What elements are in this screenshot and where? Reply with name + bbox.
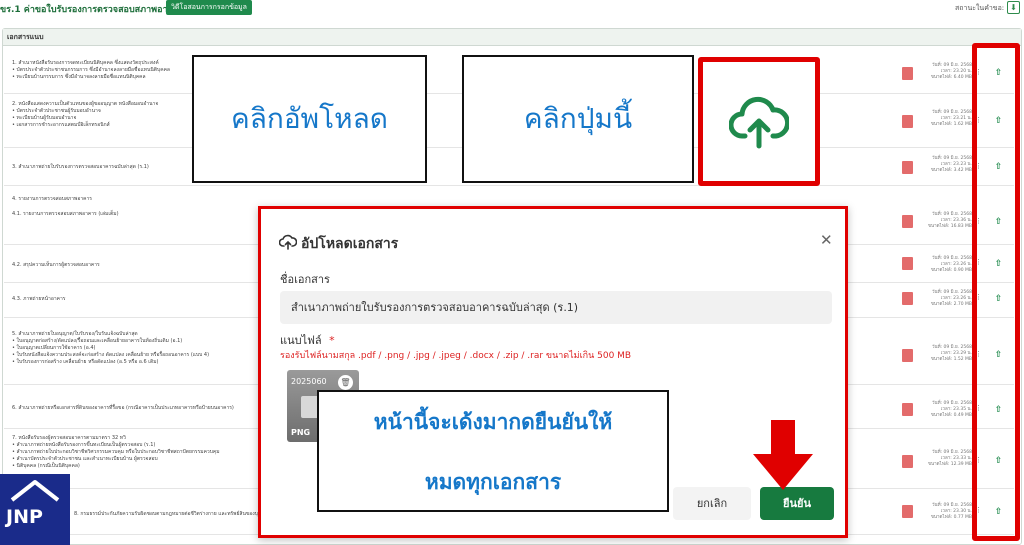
file-meta: วันที่: 09 มิ.ย. 2568 เวลา: 23.36 น. ขนา… (926, 212, 972, 230)
file-meta: วันที่: 09 มิ.ย. 2568 เวลา: 23.20 น. ขนา… (926, 63, 972, 81)
doc-name-label: ชื่อเอกสาร (280, 273, 330, 286)
file-meta: วันที่: 09 มิ.ย. 2568 เวลา: 23.35 น. ขนา… (926, 401, 972, 419)
row-text: 2. หนังสือแสดงความเป็นตัวแทนของผู้ขออนุญ… (12, 101, 158, 129)
thumb-file-type: PNG (291, 428, 311, 437)
cancel-button[interactable]: ยกเลิก (673, 487, 751, 520)
confirm-note-line2: หมดทุกเอกสาร (424, 470, 562, 494)
confirm-note-line1: หน้านี้จะเด้งมากดยืนยันให้ (373, 410, 613, 434)
file-size: ขนาดไฟล์: 1.62 MB (930, 122, 972, 127)
row-line: 5. สำเนาภาพถ่ายใบอนุญาต/ใบรับรอง/ใบรับแจ… (12, 331, 138, 337)
row-line: • เอกสารการชำระอากรแสตมป์อิเล็กทรอนิกส์ (12, 122, 110, 128)
file-size: ขนาดไฟล์: 0.49 MB (930, 413, 972, 418)
status-label: สถานะในคำขอ: (955, 4, 1005, 12)
confirm-note-callout: หน้านี้จะเด้งมากดยืนยันให้ หมดทุกเอกสาร (317, 390, 669, 512)
top-bar: ขร.1 ค่าขอใบรับรองการตรวจสอบสภาพอาคาร วิ… (0, 0, 1024, 16)
required-mark: * (329, 334, 335, 347)
row-line: 8. กรมธรรม์ประกันภัยความรับผิดชอบตามกฎหม… (74, 511, 287, 517)
row-text: 3. สำเนาภาพถ่ายใบรับรองการตรวจสอบอาคารฉบ… (12, 164, 149, 171)
pdf-file-icon[interactable] (902, 505, 913, 518)
row-line: • ใบอนุญาตเปลี่ยนการใช้อาคาร (อ.4) (12, 345, 96, 351)
row-line: • ทะเบียนบ้านผู้รับมอบอำนาจ (12, 115, 77, 121)
file-size: ขนาดไฟล์: 3.42 MB (930, 168, 972, 173)
house-roof-icon (10, 480, 60, 502)
file-meta: วันที่: 09 มิ.ย. 2568 เวลา: 23.21 น. ขนา… (926, 110, 972, 128)
row-line: • ทะเบียนบ้านกรรมการ ซึ่งมีอำนาจลงลายมือ… (12, 74, 146, 80)
row-line: 4.1. รายงานการตรวจสอบสภาพอาคาร (เล่มเต็ม… (12, 211, 119, 217)
upload-button-highlight (698, 57, 820, 186)
row-line: • บัตรประจำตัวประชาชนกรรมการ ซึ่งมีอำนาจ… (12, 67, 170, 73)
file-label: แนบไฟล์ * (280, 331, 335, 349)
pdf-file-icon[interactable] (902, 455, 913, 468)
pdf-file-icon[interactable] (902, 349, 913, 362)
row-text: 1. สำเนาหนังสือรับรองการจดทะเบียนนิติบุค… (12, 60, 170, 81)
file-size: ขนาดไฟล์: 12.39 MB (927, 462, 972, 467)
file-size: ขนาดไฟล์: 0.77 MB (930, 515, 972, 520)
row-line: • บัตรประจำตัวประชาชนผู้รับมอบอำนาจ (12, 108, 101, 114)
pdf-file-icon[interactable] (902, 403, 913, 416)
row-line: 4. รายงานการตรวจสอบสภาพอาคาร (12, 196, 92, 202)
row-line: 2. หนังสือแสดงความเป็นตัวแทนของผู้ขออนุญ… (12, 101, 159, 107)
row-text: 8. กรมธรรม์ประกันภัยความรับผิดชอบตามกฎหม… (74, 511, 286, 518)
file-meta: วันที่: 09 มิ.ย. 2568 เวลา: 23.29 น. ขนา… (926, 345, 972, 363)
click-button-callout: คลิกปุ่มนี้ (462, 55, 694, 183)
modal-title: อัปโหลดเอกสาร (301, 236, 399, 252)
accepted-file-types: รองรับไฟล์นามสกุล .pdf / .png / .jpg / .… (280, 351, 632, 361)
row-line: • ใบรับรองการก่อสร้าง เคลื่อนย้าย หรือดั… (12, 359, 159, 365)
row-line: 6. สำเนาภาพถ่ายหรือเอกสารที่ดินของอาคารท… (12, 405, 234, 411)
row-line: 4.3. ภาพถ่ายหน้าอาคาร (12, 296, 66, 302)
pdf-file-icon[interactable] (902, 215, 913, 228)
file-meta: วันที่: 09 มิ.ย. 2568 เวลา: 23.23 น. ขนา… (926, 156, 972, 174)
row-text: 4. รายงานการตรวจสอบสภาพอาคาร 4.1. รายงาน… (12, 196, 119, 218)
row-line: • สำเนาภาพถ่ายหนังสือรับรองการขึ้นทะเบีย… (12, 442, 156, 448)
row-line: • นิติบุคคล (กรณีเป็นนิติบุคคล) (12, 463, 80, 469)
upload-column-highlight (972, 43, 1020, 541)
row-line: 4.2. สรุปความเห็นการผู้ตรวจสอบอาคาร (12, 262, 100, 268)
row-line: • สำเนาบัตรประจำตัวประชาชน และสำเนาทะเบี… (12, 456, 158, 462)
jnp-logo: JNP (0, 474, 70, 545)
status-icon[interactable]: ⬇ (1007, 1, 1020, 14)
panel-title: เอกสารแนบ (3, 29, 1021, 46)
file-meta: วันที่: 09 มิ.ย. 2568 เวลา: 23.30 น. ขนา… (926, 503, 972, 521)
row-line: • ใบรับหนังสือแจ้งความประสงค์จะก่อสร้าง … (12, 352, 210, 358)
file-size: ขนาดไฟล์: 0.90 MB (930, 268, 972, 273)
row-text: 5. สำเนาภาพถ่ายใบอนุญาต/ใบรับรอง/ใบรับแจ… (12, 331, 209, 366)
row-line: • ใบอนุญาตก่อสร้าง/ดัดแปลง/รื้อถอนและเคล… (12, 338, 183, 344)
pdf-file-icon[interactable] (902, 67, 913, 80)
row-text: 6. สำเนาภาพถ่ายหรือเอกสารที่ดินของอาคารท… (12, 405, 234, 412)
row-line: 3. สำเนาภาพถ่ายใบรับรองการตรวจสอบอาคารฉบ… (12, 164, 149, 170)
row-text: 7. หนังสือรับรองผู้ตรวจสอบอาคารตามมาตรา … (12, 435, 220, 470)
logo-text: JNP (6, 506, 43, 528)
row-line: • สำเนาภาพถ่ายใบประกอบวิชาชีพวิศวกรรมควบ… (12, 449, 220, 455)
row-text: 4.2. สรุปความเห็นการผู้ตรวจสอบอาคาร (12, 262, 100, 269)
file-size: ขนาดไฟล์: 6.40 MB (930, 75, 972, 80)
page-title: ขร.1 ค่าขอใบรับรองการตรวจสอบสภาพอาคาร (0, 5, 184, 15)
video-tutorial-button[interactable]: วิดีโอสอนการกรอกข้อมูล (166, 0, 252, 15)
close-icon[interactable]: ✕ (820, 231, 833, 249)
file-meta: วันที่: 09 มิ.ย. 2568 เวลา: 23.26 น. ขนา… (926, 256, 972, 274)
file-size: ขนาดไฟล์: 16.83 MB (927, 224, 972, 229)
file-label-text: แนบไฟล์ (280, 334, 322, 347)
trash-icon[interactable]: 🗑 (338, 375, 353, 390)
file-size: ขนาดไฟล์: 2.70 MB (930, 302, 972, 307)
click-upload-callout: คลิกอัพโหลด (192, 55, 427, 183)
row-text: 4.3. ภาพถ่ายหน้าอาคาร (12, 296, 65, 303)
file-meta: วันที่: 09 มิ.ย. 2568 เวลา: 23.33 น. ขนา… (926, 450, 972, 468)
pdf-file-icon[interactable] (902, 161, 913, 174)
cloud-upload-icon[interactable] (729, 96, 789, 150)
file-meta: วันที่: 09 มิ.ย. 2568 เวลา: 23.26 น. ขนา… (926, 290, 972, 308)
pdf-file-icon[interactable] (902, 292, 913, 305)
pdf-file-icon[interactable] (902, 257, 913, 270)
file-size: ขนาดไฟล์: 1.52 MB (930, 357, 972, 362)
confirm-button[interactable]: ยืนยัน (760, 487, 834, 520)
down-arrow-icon (753, 420, 813, 490)
row-line: 7. หนังสือรับรองผู้ตรวจสอบอาคารตามมาตรา … (12, 435, 126, 441)
thumb-file-name: 2025060 (291, 377, 327, 386)
pdf-file-icon[interactable] (902, 115, 913, 128)
cloud-upload-icon (279, 234, 297, 250)
doc-name-field[interactable]: สำเนาภาพถ่ายใบรับรองการตรวจสอบอาคารฉบับล… (280, 291, 832, 324)
row-line: 1. สำเนาหนังสือรับรองการจดทะเบียนนิติบุค… (12, 60, 159, 66)
